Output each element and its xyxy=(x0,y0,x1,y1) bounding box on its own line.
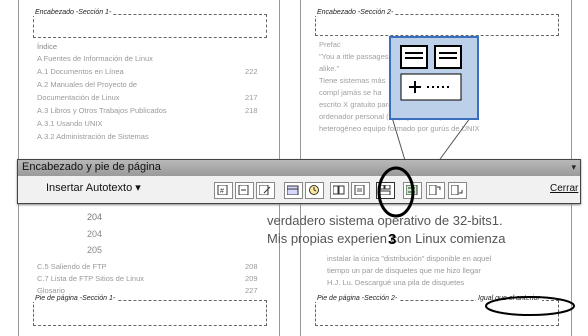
annotation-overlay xyxy=(377,166,415,218)
annotation-number: 3 xyxy=(388,231,397,248)
